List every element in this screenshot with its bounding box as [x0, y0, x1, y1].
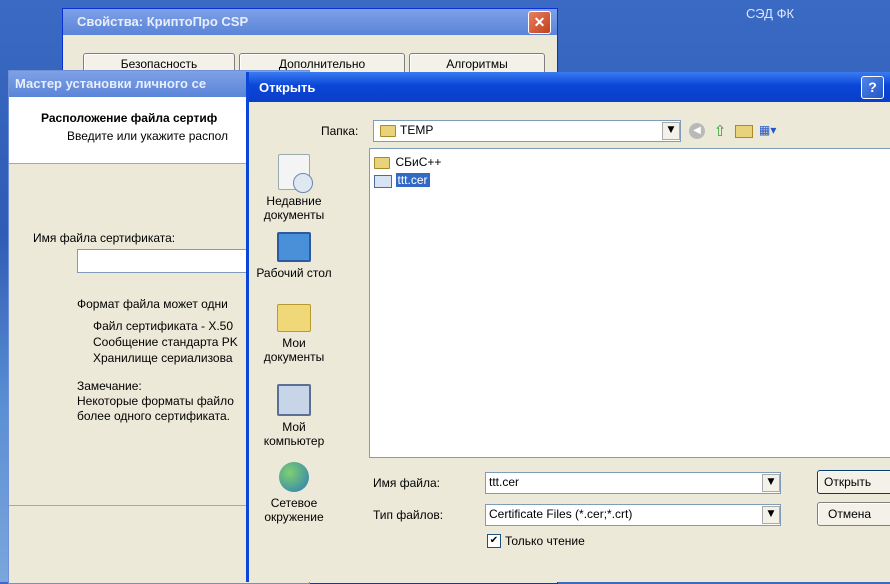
place-my-documents[interactable]: Мои документы — [251, 304, 337, 364]
file-list[interactable]: СБиС++ ttt.cer — [369, 148, 890, 458]
filetype-select[interactable]: Certificate Files (*.cer;*.crt) ▼ — [485, 504, 781, 526]
open-button[interactable]: Открыть — [817, 470, 890, 494]
properties-title: Свойства: КриптоПро CSP — [77, 14, 249, 29]
chevron-down-icon[interactable]: ▼ — [762, 474, 780, 492]
up-folder-icon[interactable]: ⇧ — [711, 122, 729, 140]
open-dialog-titlebar: Открыть ? — [249, 72, 890, 102]
wizard-title: Мастер установки личного се — [15, 76, 207, 91]
folder-icon — [374, 157, 390, 169]
network-icon — [279, 462, 309, 492]
folder-value: TEMP — [400, 123, 434, 137]
readonly-checkbox[interactable]: ✔ — [487, 534, 501, 548]
place-my-documents-label: Мои документы — [263, 336, 325, 364]
open-dialog-title: Открыть — [259, 80, 316, 95]
my-documents-icon — [277, 304, 311, 332]
note-line-2: более одного сертификата. — [77, 409, 230, 423]
place-network-label: Сетевое окружение — [264, 496, 324, 524]
filetype-label: Тип файлов: — [373, 508, 444, 522]
file-name: СБиС++ — [395, 155, 442, 169]
folder-combo[interactable]: TEMP ▼ — [373, 120, 681, 142]
place-desktop-label: Рабочий стол — [256, 266, 332, 280]
place-my-computer-label: Мой компьютер — [263, 420, 325, 448]
place-recent[interactable]: Недавние документы — [251, 154, 337, 222]
file-name: ttt.cer — [395, 173, 430, 187]
wizard-heading: Расположение файла сертиф — [41, 111, 218, 125]
recent-documents-icon — [278, 154, 313, 193]
new-folder-icon[interactable] — [735, 125, 753, 138]
list-item[interactable]: СБиС++ — [374, 155, 442, 171]
desktop-icon — [277, 232, 311, 262]
place-recent-label: Недавние документы — [263, 194, 325, 222]
place-desktop[interactable]: Рабочий стол — [251, 232, 337, 280]
help-button[interactable]: ? — [861, 76, 884, 99]
format-pkcs: Сообщение стандарта PK — [93, 335, 238, 349]
note-title: Замечание: — [77, 379, 142, 393]
chevron-down-icon[interactable]: ▼ — [762, 506, 780, 524]
back-icon[interactable]: ◀ — [689, 123, 705, 139]
note-line-1: Некоторые форматы файло — [77, 394, 234, 408]
certificate-filename-label: Имя файла сертификата: — [33, 231, 176, 245]
folder-icon — [380, 125, 396, 137]
list-item-selected[interactable]: ttt.cer — [374, 173, 430, 189]
close-icon: ✕ — [533, 14, 546, 30]
help-icon: ? — [868, 79, 877, 95]
formats-intro: Формат файла может одни — [77, 297, 228, 311]
certificate-icon — [374, 174, 392, 188]
chevron-down-icon[interactable]: ▼ — [662, 122, 680, 140]
place-network[interactable]: Сетевое окружение — [251, 462, 337, 524]
filename-input[interactable]: ttt.cer ▼ — [485, 472, 781, 494]
my-computer-icon — [277, 384, 311, 416]
format-x509: Файл сертификата - X.50 — [93, 319, 234, 333]
open-dialog: Открыть ? Папка: TEMP ▼ ◀ ⇧ ▦▾ Недавние … — [246, 72, 890, 582]
wizard-subheading: Введите или укажите распол — [67, 129, 229, 143]
filename-value: ttt.cer — [489, 475, 520, 489]
properties-close-button[interactable]: ✕ — [528, 11, 551, 34]
filename-label: Имя файла: — [373, 476, 440, 490]
filetype-value: Certificate Files (*.cer;*.crt) — [489, 507, 633, 521]
readonly-label[interactable]: Только чтение — [505, 534, 585, 548]
folder-label: Папка: — [321, 124, 359, 138]
desktop-corner-text: СЭД ФК — [746, 6, 795, 21]
view-menu-icon[interactable]: ▦▾ — [759, 122, 783, 138]
properties-titlebar: Свойства: КриптоПро CSP ✕ — [63, 9, 557, 35]
place-my-computer[interactable]: Мой компьютер — [251, 384, 337, 448]
cancel-button[interactable]: Отмена — [817, 502, 890, 526]
format-serialized-store: Хранилище сериализова — [93, 351, 233, 365]
